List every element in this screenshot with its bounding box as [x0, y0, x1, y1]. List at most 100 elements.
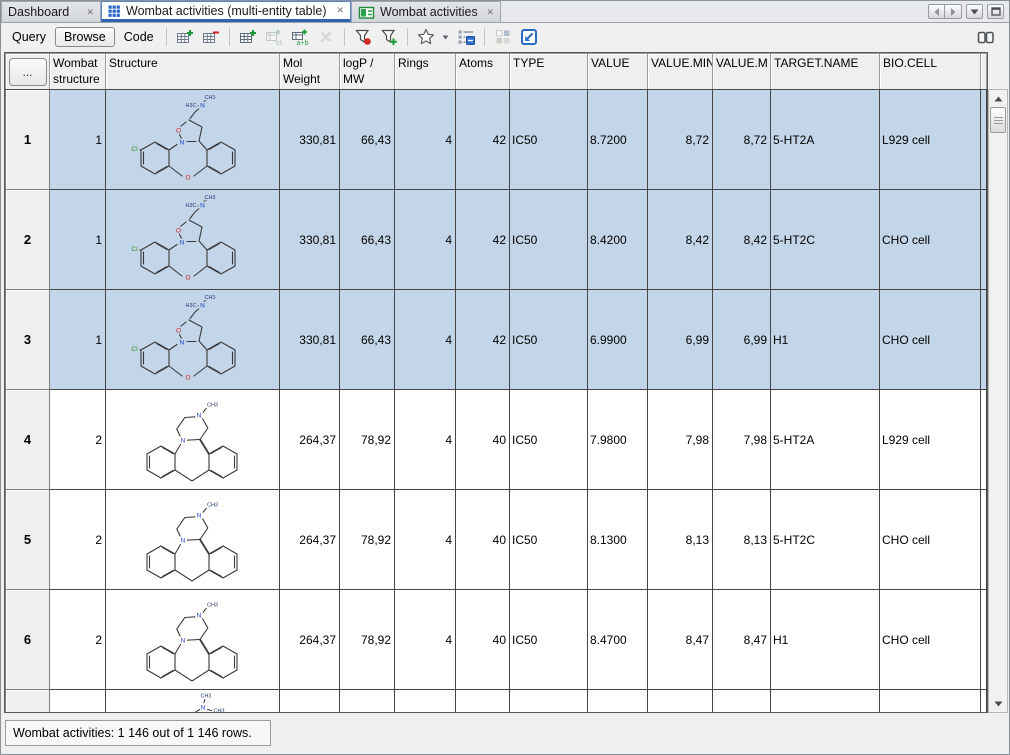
- cell-wombat-structure[interactable]: 1: [50, 190, 106, 290]
- cell-rings[interactable]: 4: [395, 490, 456, 590]
- book-icon[interactable]: [975, 26, 997, 48]
- cell-wombat-structure[interactable]: 2: [50, 590, 106, 690]
- query-mode-button[interactable]: Query: [7, 28, 51, 46]
- cell-atoms[interactable]: 40: [456, 490, 510, 590]
- cell-target-name[interactable]: 5-HT2A: [771, 390, 880, 490]
- cell-bio-cell[interactable]: L929 cell: [880, 90, 981, 190]
- cell-bio-cell[interactable]: CHO cell: [880, 590, 981, 690]
- cell-structure[interactable]: [106, 90, 280, 190]
- cell-atoms[interactable]: 40: [456, 390, 510, 490]
- code-mode-button[interactable]: Code: [119, 28, 159, 46]
- cell-value-max[interactable]: 8,47: [713, 590, 771, 690]
- cell-value-max[interactable]: 8,42: [713, 190, 771, 290]
- cell-wombat-structure[interactable]: 1: [50, 90, 106, 190]
- cell-target-name[interactable]: [771, 690, 880, 713]
- cell-target-name[interactable]: 5-HT2C: [771, 490, 880, 590]
- cell-value-min[interactable]: 8,13: [648, 490, 713, 590]
- column-header-structure[interactable]: Structure: [106, 54, 280, 90]
- add-chemical-terms-field-button[interactable]: ct: [263, 26, 285, 48]
- cell-atoms[interactable]: 42: [456, 90, 510, 190]
- cell-rings[interactable]: 4: [395, 90, 456, 190]
- cell-value[interactable]: 8.4700: [588, 590, 648, 690]
- cell-type[interactable]: IC50: [510, 90, 588, 190]
- cell-value[interactable]: 8.1300: [588, 490, 648, 590]
- add-row-button[interactable]: [174, 26, 196, 48]
- cell-structure[interactable]: [106, 190, 280, 290]
- cell-atoms[interactable]: 40: [456, 590, 510, 690]
- row-number[interactable]: [6, 690, 50, 713]
- cell-rings[interactable]: 4: [395, 590, 456, 690]
- cell-bio-cell[interactable]: CHO cell: [880, 190, 981, 290]
- cell-mol-weight[interactable]: 264,37: [280, 390, 340, 490]
- column-header-mol-weight[interactable]: Mol Weight: [280, 54, 340, 90]
- scroll-tabs-left-button[interactable]: [928, 4, 945, 19]
- cell-wombat-structure[interactable]: 2: [50, 490, 106, 590]
- vertical-scrollbar[interactable]: [988, 89, 1008, 713]
- cell-structure[interactable]: [106, 490, 280, 590]
- cell-bio-cell[interactable]: [880, 690, 981, 713]
- cell-mol-weight[interactable]: 330,81: [280, 290, 340, 390]
- cell-wombat-structure[interactable]: [50, 690, 106, 713]
- tab-wombat-multi-entity-table[interactable]: Wombat activities (multi-entity table) ✕: [101, 1, 351, 22]
- cell-structure[interactable]: [106, 690, 280, 713]
- scroll-tabs-right-button[interactable]: [945, 4, 962, 19]
- cell-value-max[interactable]: [713, 690, 771, 713]
- row-number[interactable]: 5: [6, 490, 50, 590]
- cell-target-name[interactable]: H1: [771, 590, 880, 690]
- cell-structure[interactable]: [106, 290, 280, 390]
- cell-rings[interactable]: 4: [395, 190, 456, 290]
- tab-wombat-activities[interactable]: Wombat activities ✕: [351, 1, 501, 22]
- cell-wombat-structure[interactable]: 1: [50, 290, 106, 390]
- cell-value[interactable]: 8.7200: [588, 90, 648, 190]
- column-header-value-max[interactable]: VALUE.M: [713, 54, 771, 90]
- column-options-button[interactable]: ...: [9, 58, 47, 86]
- cell-target-name[interactable]: H1: [771, 290, 880, 390]
- cell-atoms[interactable]: 42: [456, 190, 510, 290]
- favorites-star-button[interactable]: [415, 26, 437, 48]
- cell-logp-mw[interactable]: 78,92: [340, 590, 395, 690]
- close-icon[interactable]: ✕: [336, 5, 344, 16]
- cell-bio-cell[interactable]: L929 cell: [880, 390, 981, 490]
- add-calculated-field-button[interactable]: a+b: [289, 26, 311, 48]
- cell-value-min[interactable]: 8,47: [648, 590, 713, 690]
- cell-value-max[interactable]: 7,98: [713, 390, 771, 490]
- cell-value-min[interactable]: 8,72: [648, 90, 713, 190]
- tab-dashboard[interactable]: Dashboard ✕: [1, 1, 101, 22]
- cell-type[interactable]: IC50: [510, 590, 588, 690]
- grid-view-button[interactable]: [492, 26, 514, 48]
- cell-mol-weight[interactable]: 330,81: [280, 190, 340, 290]
- cell-logp-mw[interactable]: [340, 690, 395, 713]
- cell-value[interactable]: 8.4200: [588, 190, 648, 290]
- cell-value[interactable]: 7.9800: [588, 390, 648, 490]
- row-number[interactable]: 3: [6, 290, 50, 390]
- cell-value-min[interactable]: 7,98: [648, 390, 713, 490]
- cell-type[interactable]: [510, 690, 588, 713]
- column-header-target-name[interactable]: TARGET.NAME: [771, 54, 880, 90]
- cell-structure[interactable]: [106, 390, 280, 490]
- delete-field-button[interactable]: [315, 26, 337, 48]
- cell-logp-mw[interactable]: 78,92: [340, 490, 395, 590]
- cell-value-max[interactable]: 6,99: [713, 290, 771, 390]
- cell-bio-cell[interactable]: CHO cell: [880, 490, 981, 590]
- cell-value-min[interactable]: [648, 690, 713, 713]
- cell-value-min[interactable]: 6,99: [648, 290, 713, 390]
- cell-logp-mw[interactable]: 66,43: [340, 290, 395, 390]
- scrollbar-up-button[interactable]: [989, 91, 1007, 106]
- cell-logp-mw[interactable]: 66,43: [340, 90, 395, 190]
- cell-type[interactable]: IC50: [510, 190, 588, 290]
- column-header-rings[interactable]: Rings: [395, 54, 456, 90]
- cell-wombat-structure[interactable]: 2: [50, 390, 106, 490]
- close-icon[interactable]: ✕: [486, 7, 494, 18]
- column-header-bio-cell[interactable]: BIO.CELL: [880, 54, 981, 90]
- close-icon[interactable]: ✕: [86, 7, 94, 18]
- cell-atoms[interactable]: [456, 690, 510, 713]
- cell-type[interactable]: IC50: [510, 290, 588, 390]
- scrollbar-down-button[interactable]: [989, 696, 1007, 711]
- cell-type[interactable]: IC50: [510, 490, 588, 590]
- maximize-window-button[interactable]: [987, 4, 1004, 19]
- cell-type[interactable]: IC50: [510, 390, 588, 490]
- cell-rings[interactable]: 4: [395, 390, 456, 490]
- favorites-dropdown-caret[interactable]: [441, 26, 451, 48]
- remove-row-button[interactable]: [200, 26, 222, 48]
- cell-mol-weight[interactable]: 330,81: [280, 90, 340, 190]
